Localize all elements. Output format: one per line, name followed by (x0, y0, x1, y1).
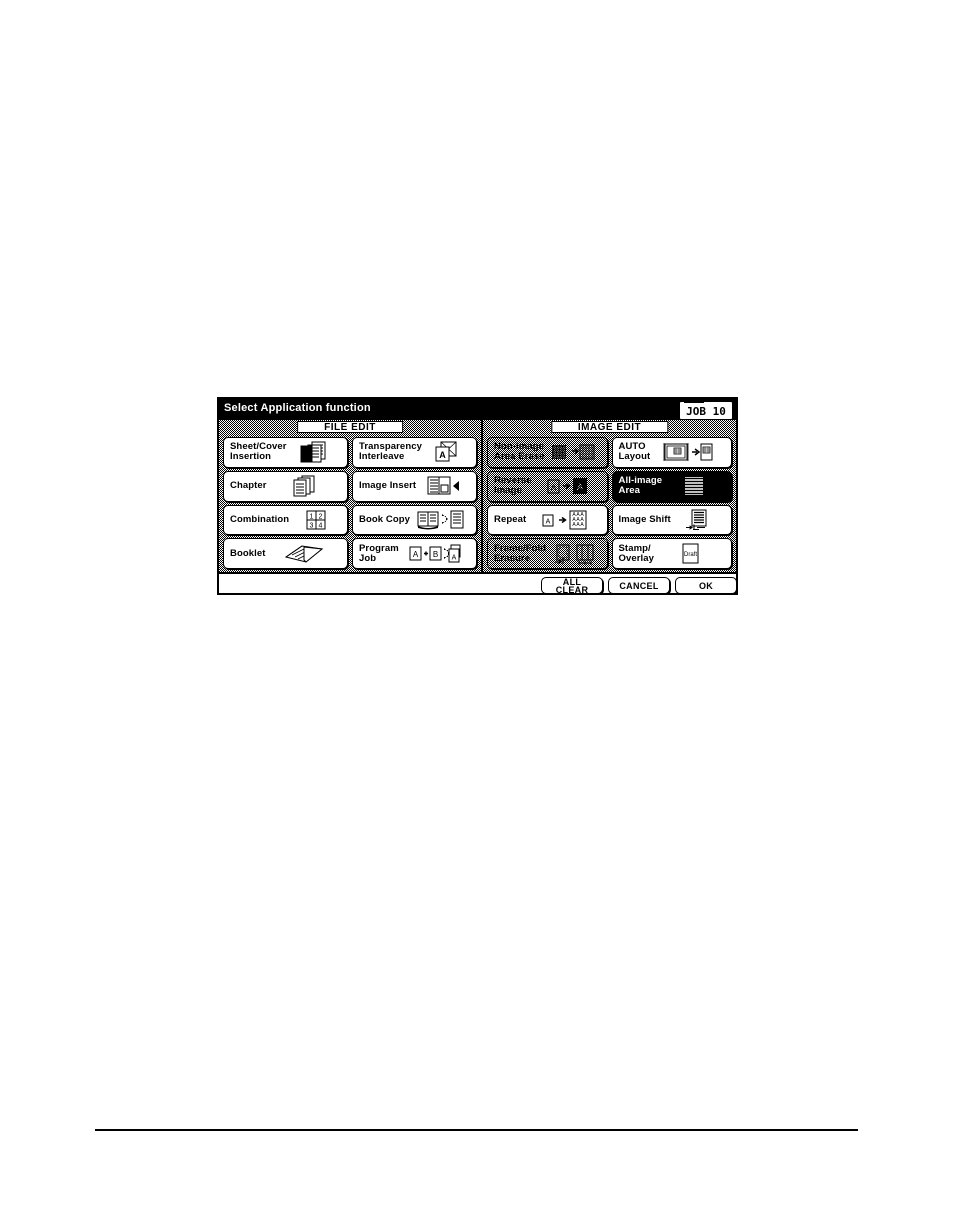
ok-button[interactable]: OK (675, 577, 736, 593)
image-edit-button-grid: Non-image Area Erase AUTO Layout Reverse… (483, 434, 736, 572)
svg-text:A: A (550, 483, 556, 492)
button-label: Transparency Interleave (359, 441, 422, 463)
repeat-icon: A AAA AAA AAA (526, 506, 606, 535)
button-non-image-area-erase[interactable]: Non-image Area Erase (487, 437, 608, 468)
program-job-icon: A B A (399, 539, 476, 568)
booklet-icon (266, 539, 347, 568)
button-label: Book Copy (359, 513, 411, 525)
button-book-copy[interactable]: Book Copy (352, 504, 477, 536)
button-label: Combination (230, 513, 290, 525)
button-label: Booklet (230, 547, 266, 559)
panel-body: FILE EDIT Sheet/Cover Insertion Transpar… (219, 420, 736, 572)
button-repeat[interactable]: Repeat A AAA AAA AAA (487, 504, 608, 536)
button-frame-fold-erasure[interactable]: Frame/Fold Erasure (487, 538, 608, 569)
panel-titlebar: Select Application function JOB 10 (219, 399, 736, 420)
button-booklet[interactable]: Booklet (223, 538, 348, 569)
image-shift-icon (671, 506, 731, 535)
button-reverse-image[interactable]: Reverse Image A A (487, 470, 608, 502)
job-badge-label: JOB 10 (686, 405, 726, 418)
button-label: Sheet/Cover Insertion (230, 441, 287, 463)
frame-fold-erasure-icon (546, 539, 606, 568)
svg-text:3: 3 (309, 522, 313, 529)
stamp-overlay-icon: Draft (654, 539, 731, 568)
button-label: Non-image Area Erase (494, 441, 545, 463)
combination-grid-icon: 1 2 3 4 (289, 506, 347, 535)
svg-text:4: 4 (318, 522, 322, 529)
page-footer-rule (95, 1129, 858, 1131)
svg-text:A: A (546, 518, 551, 525)
svg-text:A: A (440, 450, 447, 460)
svg-text:Draft: Draft (684, 552, 697, 558)
button-label: Chapter (230, 480, 267, 492)
button-transparency-interleave[interactable]: Transparency Interleave A (352, 437, 477, 468)
transparency-sheet-icon: A (422, 438, 476, 467)
button-auto-layout[interactable]: AUTO Layout (611, 437, 732, 468)
button-image-shift[interactable]: Image Shift (611, 504, 732, 536)
button-all-image-area[interactable]: All-image Area (611, 470, 732, 502)
cancel-button[interactable]: CANCEL (608, 577, 670, 593)
svg-text:A: A (413, 550, 419, 559)
button-sheet-cover-insertion[interactable]: Sheet/Cover Insertion (223, 437, 348, 468)
area-erase-icon (545, 438, 607, 467)
reverse-image-icon: A A (532, 472, 607, 501)
button-image-insert[interactable]: Image Insert (352, 470, 477, 502)
button-program-job[interactable]: Program Job A B A (352, 538, 477, 569)
file-edit-header: FILE EDIT (219, 420, 481, 434)
button-label: Image Shift (618, 513, 671, 525)
button-label: All-image Area (618, 475, 663, 497)
file-edit-section: FILE EDIT Sheet/Cover Insertion Transpar… (219, 420, 481, 572)
button-label: AUTO Layout (618, 441, 651, 463)
button-label: Frame/Fold Erasure (494, 542, 547, 564)
auto-layout-icon (650, 438, 731, 467)
file-edit-button-grid: Sheet/Cover Insertion Transparency Inter… (219, 434, 481, 572)
all-clear-button[interactable]: ALL CLEAR (541, 577, 603, 593)
file-edit-header-label: FILE EDIT (297, 421, 403, 433)
all-image-area-icon (662, 472, 731, 501)
button-chapter[interactable]: Chapter (223, 470, 348, 502)
svg-text:A: A (452, 554, 457, 561)
book-copy-icon (410, 506, 476, 535)
job-badge: JOB 10 (679, 401, 733, 420)
image-edit-header: IMAGE EDIT (483, 420, 736, 434)
svg-text:A: A (577, 482, 583, 492)
stacked-sheets-icon (287, 438, 347, 467)
svg-text:2: 2 (318, 513, 322, 520)
image-insert-icon (416, 472, 476, 501)
button-stamp-overlay[interactable]: Stamp/ Overlay Draft (611, 538, 732, 569)
image-edit-header-label: IMAGE EDIT (550, 421, 669, 433)
chapter-pages-icon (267, 472, 347, 501)
button-combination[interactable]: Combination 1 2 3 4 (223, 504, 348, 536)
job-badge-notch (684, 401, 704, 403)
svg-text:B: B (433, 550, 438, 559)
panel-footer: ALL CLEAR CANCEL OK (219, 572, 736, 593)
panel-title: Select Application function (224, 402, 371, 414)
svg-text:1: 1 (309, 513, 313, 520)
button-label: Stamp/ Overlay (618, 542, 655, 564)
button-label: Reverse Image (494, 475, 532, 497)
image-edit-section: IMAGE EDIT Non-image Area Erase AUTO Lay… (483, 420, 736, 572)
button-label: Image Insert (359, 480, 417, 492)
button-label: Repeat (494, 513, 527, 525)
application-function-panel: Select Application function JOB 10 FILE … (217, 397, 738, 595)
button-label: Program Job (359, 542, 399, 564)
